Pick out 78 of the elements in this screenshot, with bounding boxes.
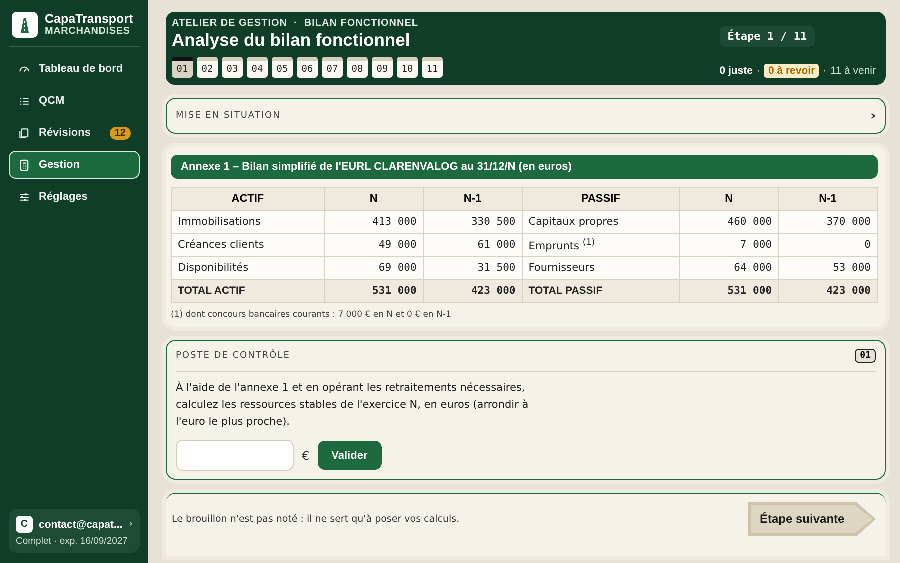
chevron-icon: › xyxy=(129,519,133,530)
currency-label: € xyxy=(302,448,310,463)
separator: · xyxy=(823,65,827,77)
table-cell: TOTAL ACTIF xyxy=(172,280,324,302)
table-cell: 370 000 xyxy=(778,210,878,234)
table-cell: 7 000 xyxy=(680,234,779,256)
table-cell: Fournisseurs xyxy=(522,256,680,280)
table-cell: 64 000 xyxy=(680,256,779,280)
column-header: ACTIF xyxy=(172,188,324,210)
account-card[interactable]: C contact@capat... › Complet · exp. 16/09/2027 xyxy=(9,509,140,553)
submit-button[interactable]: Valider xyxy=(318,441,382,470)
column-header: PASSIF xyxy=(522,188,680,210)
section-title: MISE EN SITUATION xyxy=(176,111,281,121)
section-title: POSTE DE CONTRÔLE xyxy=(176,351,290,361)
table-cell: TOTAL PASSIF xyxy=(522,280,680,302)
step-tab[interactable]: 03 xyxy=(222,57,243,78)
nav-item[interactable]: Révisions 12 xyxy=(9,119,140,147)
breadcrumb: ATELIER DE GESTION · BILAN FONCTIONNEL xyxy=(172,18,420,29)
pages-icon xyxy=(18,126,31,140)
table-cell: 61 000 xyxy=(423,234,522,256)
calculator-icon xyxy=(18,158,31,172)
logo-icon xyxy=(12,12,38,38)
table-cell: 460 000 xyxy=(680,210,779,234)
step-tab[interactable]: 07 xyxy=(322,57,343,78)
review-badge: 0 à revoir xyxy=(764,64,820,78)
column-header: N-1 xyxy=(423,188,522,210)
draft-note: Le brouillon n'est pas noté : il ne sert qu'à poser vos calculs. xyxy=(172,514,460,525)
nav-item[interactable]: Tableau de bord xyxy=(9,55,140,83)
nav-item[interactable]: Gestion xyxy=(9,151,140,179)
step-tab[interactable]: 02 xyxy=(197,57,218,78)
table-cell: 423 000 xyxy=(423,280,522,302)
table-cell: Disponibilités xyxy=(172,256,324,280)
nav-item[interactable]: Réglages xyxy=(9,183,140,211)
table-cell: 69 000 xyxy=(324,256,424,280)
table-cell: Capitaux propres xyxy=(522,210,680,234)
table-cell: 413 000 xyxy=(324,210,424,234)
table-cell: 53 000 xyxy=(778,256,878,280)
column-header: N xyxy=(324,188,424,210)
brand-name: CapaTransport xyxy=(45,12,134,26)
avatar: C xyxy=(16,516,33,533)
footnote: (1) dont concours bancaires courants : 7 000 € en N et 0 € en N-1 xyxy=(171,310,452,320)
next-step-button[interactable]: Étape suivante xyxy=(748,502,876,536)
step-tab[interactable]: 05 xyxy=(272,57,293,78)
step-counter: Étape 1 / 11 xyxy=(720,26,816,47)
annex-title: Annexe 1 – Bilan simplifié de l'EURL CLARENVALOG au 31/12/N (en euros) xyxy=(171,155,878,179)
chevron-icon: › xyxy=(870,108,876,124)
step-tab[interactable]: 04 xyxy=(247,57,268,78)
question-number: 01 xyxy=(855,349,876,363)
step-tab[interactable]: 08 xyxy=(347,57,368,78)
step-tab[interactable]: 11 xyxy=(422,57,443,78)
upcoming-count: 11 à venir xyxy=(830,65,876,77)
step-tab[interactable]: 01 xyxy=(172,57,193,78)
table-cell: Emprunts $^{(1)}$ xyxy=(522,234,680,256)
plan-info: Complet · exp. 16/09/2027 xyxy=(16,536,129,547)
nav-item[interactable]: QCM xyxy=(9,87,140,115)
question-text: À l'aide de l'annexe 1 et en opérant les retraitements nécessaires, calculez les ressources stables de l'exercice N, en euros (arrondir à l'euro le plus proche). xyxy=(176,380,530,430)
column-header: N xyxy=(680,188,779,210)
brand-subtitle: MARCHANDISES xyxy=(45,26,132,38)
table-cell: 423 000 xyxy=(778,280,878,302)
table-cell: 49 000 xyxy=(324,234,424,256)
table-cell: 531 000 xyxy=(324,280,424,302)
table-cell: 330 500 xyxy=(423,210,522,234)
count-badge: 12 xyxy=(110,126,131,140)
table-cell: Immobilisations xyxy=(172,210,324,234)
sliders-icon xyxy=(18,190,31,204)
step-tab[interactable]: 10 xyxy=(397,57,418,78)
answer-field[interactable] xyxy=(176,440,294,472)
table-cell: 0 xyxy=(778,234,878,256)
correct-count: 0 juste xyxy=(720,65,753,77)
step-tab[interactable]: 09 xyxy=(372,57,393,78)
table-cell: 531 000 xyxy=(680,280,779,302)
table-cell: 31 500 xyxy=(423,256,522,280)
page-title: Analyse du bilan fonctionnel xyxy=(172,30,412,51)
table-cell: Créances clients xyxy=(172,234,324,256)
column-header: N-1 xyxy=(778,188,878,210)
separator: · xyxy=(756,65,760,77)
step-tab[interactable]: 06 xyxy=(297,57,318,78)
account-email: contact@capat... xyxy=(39,518,123,530)
